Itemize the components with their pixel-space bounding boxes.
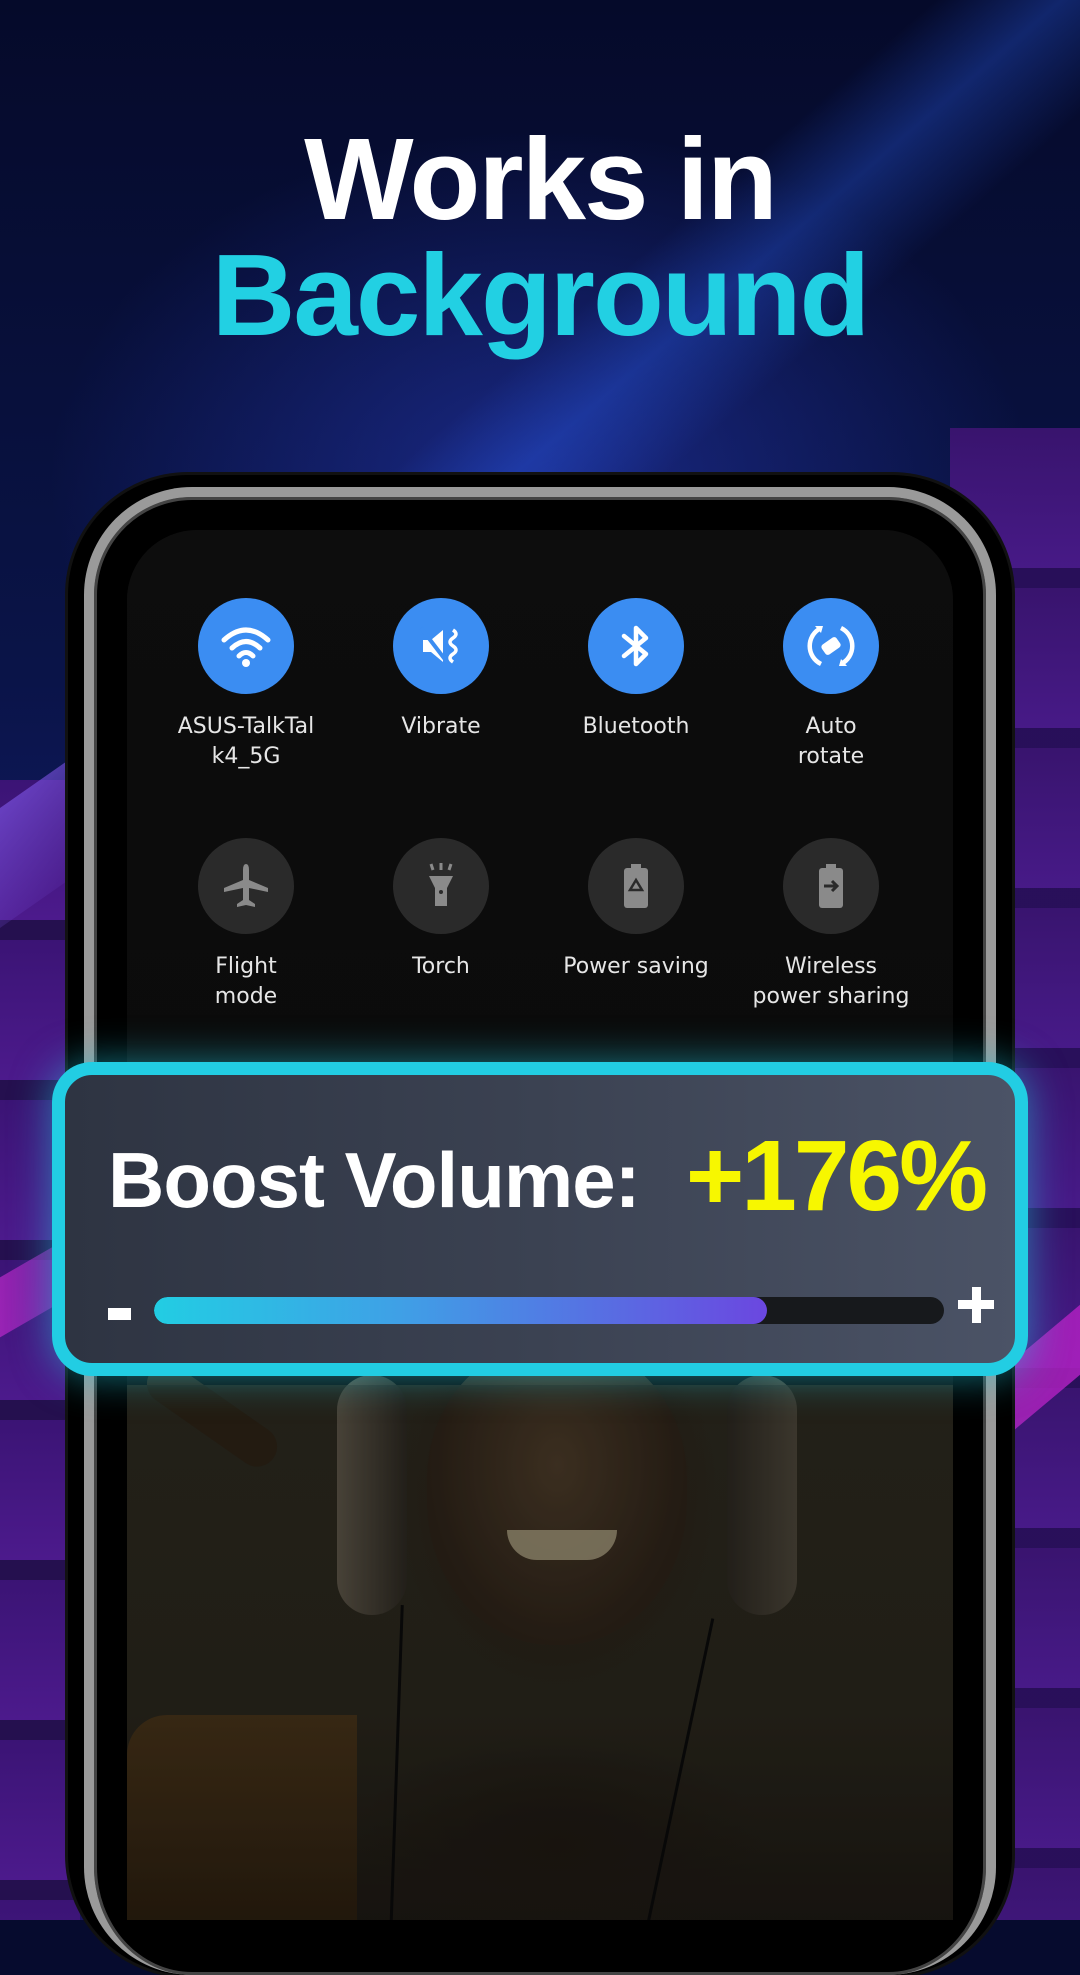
battery-saver-icon [624,864,648,908]
tile-auto-rotate[interactable]: Auto rotate [731,598,931,772]
decrease-volume-button[interactable] [108,1308,131,1320]
tile-wifi[interactable]: ASUS-TalkTal k4_5G [146,598,346,772]
tile-label: Wireless power sharing [752,954,910,1009]
vibrate-toggle[interactable] [393,598,489,694]
headline-line-2: Background [211,230,871,360]
tile-bluetooth[interactable]: Bluetooth [536,598,736,742]
wireless-power-sharing-toggle[interactable] [783,838,879,934]
tile-label: Bluetooth [582,714,690,739]
tile-flight-mode[interactable]: Flight mode [146,838,346,1012]
bluetooth-icon [621,625,649,667]
tile-power-saving[interactable]: Power saving [536,838,736,982]
flight-mode-toggle[interactable] [198,838,294,934]
airplane-icon [224,864,268,907]
volume-slider[interactable] [154,1297,944,1324]
tile-label: Torch [412,954,470,979]
tile-label: Vibrate [401,714,481,739]
tile-label: Power saving [563,954,709,979]
photo-dim-overlay [127,1385,953,1920]
tile-label: ASUS-TalkTal k4_5G [177,714,315,769]
background-photo-person-with-headphones [127,1345,953,1920]
boost-volume-value: +176% [685,1120,988,1232]
increase-volume-button[interactable] [958,1287,994,1323]
auto-rotate-toggle[interactable] [783,598,879,694]
torch-toggle[interactable] [393,838,489,934]
boost-volume-label: Boost Volume: [108,1136,641,1224]
volume-slider-fill [154,1297,768,1324]
tile-label: Flight mode [214,954,278,1009]
tile-torch[interactable]: Torch [341,838,541,982]
bluetooth-toggle[interactable] [588,598,684,694]
headline-line-1: Works in [304,114,778,244]
vibrate-icon [419,626,458,664]
tile-vibrate[interactable]: Vibrate [341,598,541,742]
tile-label: Auto rotate [797,714,865,769]
wifi-toggle[interactable] [198,598,294,694]
wifi-icon [221,627,271,667]
auto-rotate-icon [807,625,855,667]
battery-share-icon [819,864,843,908]
boost-volume-card: Boost Volume: +176% [52,1062,1028,1376]
power-saving-toggle[interactable] [588,838,684,934]
tile-wireless-power-sharing[interactable]: Wireless power sharing [731,838,931,1012]
flashlight-icon [429,863,453,906]
